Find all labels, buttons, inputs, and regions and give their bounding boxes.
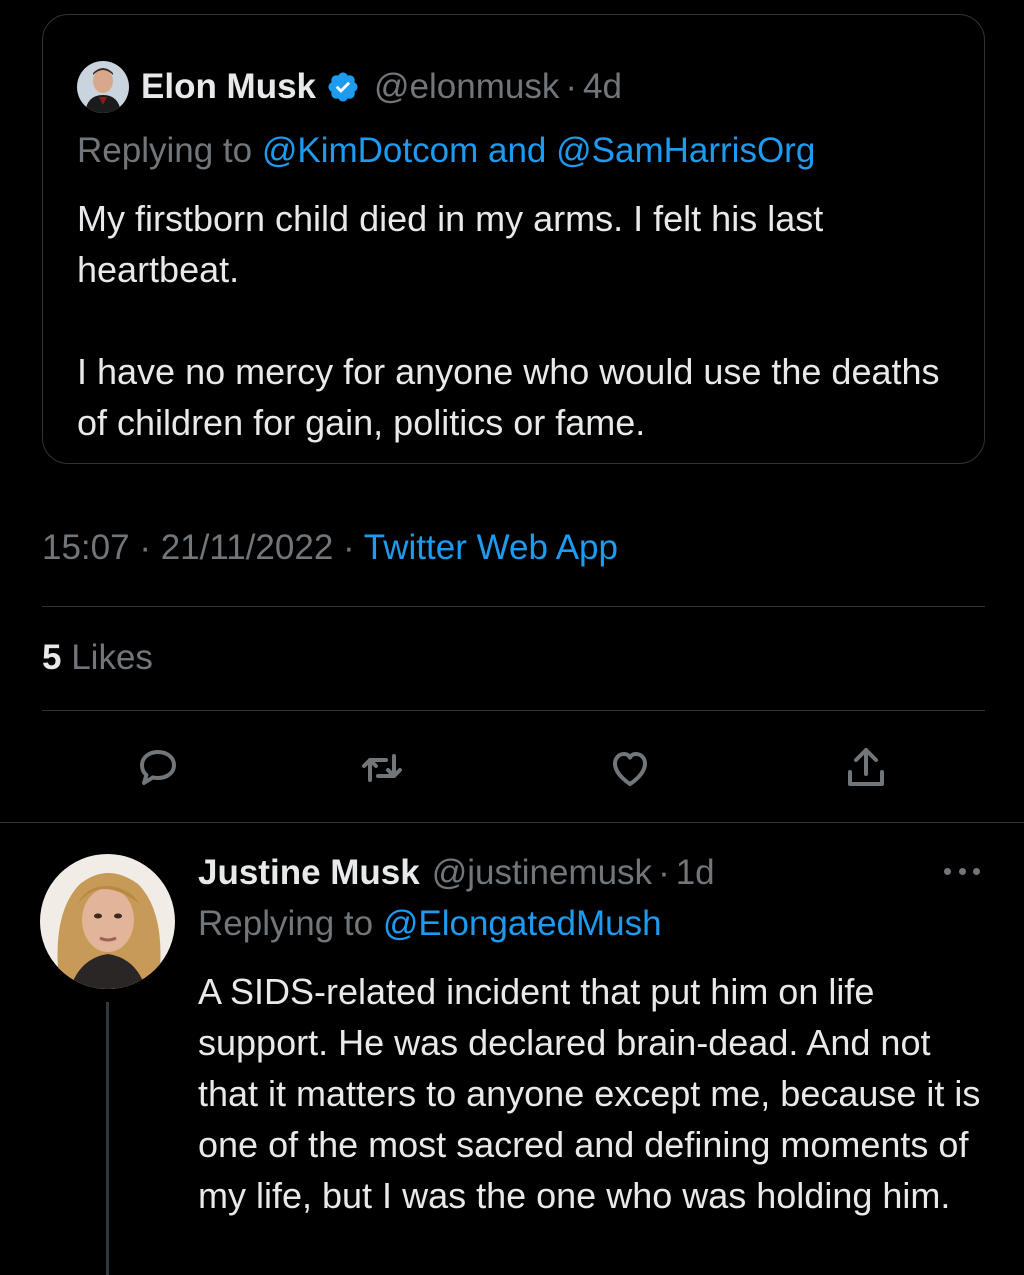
author-name[interactable]: Justine Musk [198,853,420,893]
timestamp[interactable]: 4d [583,67,622,107]
tweet-text: A SIDS-related incident that put him on … [198,971,981,1216]
reply-tweet-header: Justine Musk @justinemusk · 1d [198,850,715,896]
thread-line [106,1002,109,1275]
share-icon [848,748,884,786]
tweet-paragraph: I have no mercy for anyone who would use… [77,351,940,443]
likes-count[interactable]: 5 Likes [42,638,153,678]
replying-to-label: Replying to [77,131,253,170]
mention-link[interactable]: @ElongatedMush [383,904,662,943]
like-button[interactable] [604,742,656,794]
replying-to-line: Replying to @KimDotcom and @SamHarrisOrg [77,131,815,171]
source-link[interactable]: Twitter Web App [364,528,618,567]
tweet-meta: 15:07 · 21/11/2022 · Twitter Web App [42,528,618,568]
avatar[interactable] [40,854,175,989]
divider [42,710,985,711]
timestamp[interactable]: 1d [676,853,715,893]
mention-link[interactable]: @SamHarrisOrg [556,131,815,170]
author-handle[interactable]: @justinemusk [432,853,652,893]
tweet-date[interactable]: 21/11/2022 [161,528,334,567]
dot [944,867,951,875]
retweet-icon [362,754,402,782]
replying-and-label: and [487,131,547,170]
author-handle[interactable]: @elonmusk [374,67,559,107]
section-divider [0,822,1024,823]
likes-number: 5 [42,638,62,677]
share-button[interactable] [840,742,892,794]
more-options-icon[interactable] [940,856,984,886]
reply-icon [140,750,176,785]
divider [42,606,985,607]
separator-dot: · [658,853,670,892]
avatar[interactable] [77,61,129,113]
author-name[interactable]: Elon Musk [141,67,316,107]
replying-to-line: Replying to @ElongatedMush [198,904,662,944]
dot [973,867,980,875]
quoted-tweet-card[interactable]: Elon Musk @elonmusk · 4d Replying to @Ki… [42,14,985,464]
separator-dot: · [343,528,355,567]
tweet-time[interactable]: 15:07 [42,528,130,567]
like-icon [613,752,647,786]
retweet-button[interactable] [356,742,408,794]
reply-button[interactable] [132,742,184,794]
tweet-paragraph: My firstborn child died in my arms. I fe… [77,198,824,290]
mention-link[interactable]: @KimDotcom [262,131,478,170]
separator-dot: · [565,67,578,106]
replying-to-label: Replying to [198,904,374,943]
separator-dot: · [139,528,151,567]
likes-label: Likes [71,638,153,677]
quoted-tweet-header: Elon Musk @elonmusk · 4d [77,59,622,115]
dot [958,867,966,875]
tweet-text: My firstborn child died in my arms. I fe… [77,193,957,448]
verified-badge-icon [328,72,358,102]
